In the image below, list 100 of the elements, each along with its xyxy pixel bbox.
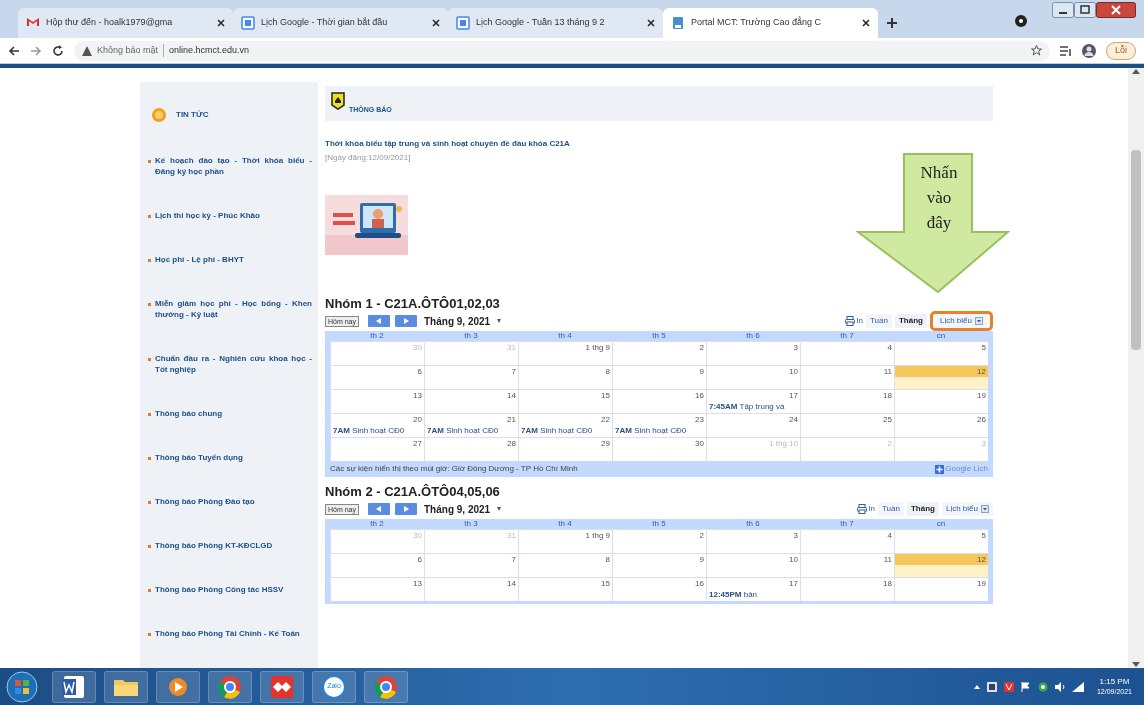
event-label[interactable]: 7AM Sinh hoạt CĐ0 xyxy=(613,425,706,436)
day-cell[interactable]: 7 xyxy=(424,365,518,389)
day-cell[interactable]: 21 7AM Sinh hoạt CĐ0 xyxy=(424,413,518,437)
address-bar[interactable]: Không bảo mật online.hcmct.edu.vn xyxy=(74,40,1050,61)
day-cell[interactable]: 1 thg 9 xyxy=(518,341,612,365)
sync-icon[interactable] xyxy=(1037,681,1048,692)
day-cell[interactable]: 2 xyxy=(612,529,706,553)
day-cell[interactable]: 30 xyxy=(612,437,706,461)
close-icon[interactable] xyxy=(1096,2,1136,18)
sidebar-link[interactable]: Thông báo chung xyxy=(155,408,312,419)
day-cell[interactable]: 12 xyxy=(894,365,988,389)
day-cell[interactable]: 24 xyxy=(706,413,800,437)
profile-button[interactable]: Lỗi xyxy=(1106,41,1136,60)
previous-icon[interactable] xyxy=(368,315,390,327)
reading-list-icon[interactable] xyxy=(1060,45,1072,56)
sidebar-link[interactable]: Lịch thi học kỳ - Phúc Khảo xyxy=(155,210,312,221)
browser-tab[interactable]: Lịch Google - Thời gian bắt đầu xyxy=(233,8,448,38)
day-cell[interactable]: 22 7AM Sinh hoạt CĐ0 xyxy=(518,413,612,437)
day-cell[interactable]: 23 7AM Sinh hoạt CĐ0 xyxy=(612,413,706,437)
day-cell[interactable]: 4 xyxy=(800,529,894,553)
flag-icon[interactable] xyxy=(1020,681,1031,692)
day-cell[interactable]: 6 xyxy=(330,365,424,389)
view-tab[interactable]: Tuần xyxy=(866,314,892,328)
day-cell[interactable]: 19 xyxy=(894,389,988,413)
dropdown-icon[interactable] xyxy=(975,316,983,325)
sidebar-link[interactable]: Miễn giảm học phí - Học bổng - Khen thưởng - Kỷ luật xyxy=(155,298,312,320)
day-cell[interactable]: 10 xyxy=(706,553,800,577)
day-cell[interactable]: 9 xyxy=(612,365,706,389)
browser-tab[interactable]: Lịch Google - Tuần 13 tháng 9 2 xyxy=(448,8,663,38)
day-cell[interactable]: 17 12:45PM bản xyxy=(706,577,800,601)
day-cell[interactable]: 28 xyxy=(424,437,518,461)
view-tab[interactable]: Tháng xyxy=(906,502,939,516)
taskbar-button[interactable] xyxy=(156,670,200,703)
day-cell[interactable]: 14 xyxy=(424,389,518,413)
day-cell[interactable]: 9 xyxy=(612,553,706,577)
day-cell[interactable]: 4 xyxy=(800,341,894,365)
close-icon[interactable] xyxy=(862,19,870,27)
month-dropdown[interactable]: ▾ xyxy=(497,503,502,515)
close-icon[interactable] xyxy=(217,19,225,27)
day-cell[interactable]: 20 7AM Sinh hoạt CĐ0 xyxy=(330,413,424,437)
maximize-icon[interactable] xyxy=(1074,2,1096,18)
taskbar-button[interactable] xyxy=(104,670,148,703)
print-button[interactable]: In xyxy=(845,315,864,327)
media-icon[interactable] xyxy=(1014,14,1028,28)
month-dropdown[interactable]: ▾ xyxy=(497,315,502,327)
tray-app-icon[interactable] xyxy=(1003,681,1014,692)
day-cell[interactable]: 15 xyxy=(518,577,612,601)
minimize-icon[interactable] xyxy=(1052,2,1074,18)
taskbar-button[interactable] xyxy=(208,670,252,703)
sidebar-link[interactable]: Thông báo Phòng KT-KĐCLGD xyxy=(155,540,312,551)
taskbar-button[interactable] xyxy=(52,670,96,703)
day-cell[interactable]: 15 xyxy=(518,389,612,413)
day-cell[interactable]: 17 7:45AM Tập trung và xyxy=(706,389,800,413)
sidebar-link[interactable]: Học phí - Lệ phí - BHYT xyxy=(155,254,312,265)
event-label[interactable]: 7AM Sinh hoạt CĐ0 xyxy=(425,425,518,436)
day-cell[interactable]: 3 xyxy=(706,341,800,365)
volume-icon[interactable] xyxy=(1054,681,1065,692)
forward-icon[interactable] xyxy=(30,44,42,57)
start-icon[interactable] xyxy=(6,670,38,703)
day-cell[interactable]: 2 xyxy=(612,341,706,365)
sidebar-link[interactable]: Thông báo Phòng Đào tạo xyxy=(155,496,312,507)
day-cell[interactable]: 27 xyxy=(330,437,424,461)
print-button[interactable]: In xyxy=(857,503,876,515)
signal-icon[interactable] xyxy=(1071,681,1084,692)
day-cell[interactable]: 16 xyxy=(612,577,706,601)
previous-icon[interactable] xyxy=(368,503,390,515)
day-cell[interactable]: 18 xyxy=(800,577,894,601)
sidebar-link[interactable]: Thông báo Phòng Tài Chính - Kế Toán xyxy=(155,628,312,639)
event-label[interactable]: 7:45AM Tập trung và xyxy=(707,401,800,412)
star-icon[interactable] xyxy=(1031,45,1042,56)
sidebar-link[interactable]: Thông báo Tuyển dụng xyxy=(155,452,312,463)
day-cell[interactable]: 3 xyxy=(706,529,800,553)
event-label[interactable]: 12:45PM bản xyxy=(707,589,800,600)
day-cell[interactable]: 8 xyxy=(518,365,612,389)
day-cell[interactable]: 8 xyxy=(518,553,612,577)
back-icon[interactable] xyxy=(8,44,20,57)
event-label[interactable]: 7AM Sinh hoạt CĐ0 xyxy=(519,425,612,436)
day-cell[interactable]: 12 xyxy=(894,553,988,577)
reload-icon[interactable] xyxy=(52,44,64,57)
day-cell[interactable]: 18 xyxy=(800,389,894,413)
day-cell[interactable]: 13 xyxy=(330,577,424,601)
taskbar-button[interactable] xyxy=(364,670,408,703)
day-cell[interactable]: 16 xyxy=(612,389,706,413)
avatar-icon[interactable] xyxy=(1082,43,1096,58)
tray-app-icon[interactable] xyxy=(986,681,997,692)
browser-tab[interactable]: Hộp thư đến - hoalk1979@gma xyxy=(18,8,233,38)
view-tab[interactable]: Tuần xyxy=(878,502,904,516)
next-icon[interactable] xyxy=(395,503,417,515)
close-icon[interactable] xyxy=(647,19,655,27)
view-tab[interactable]: Tháng xyxy=(894,314,927,328)
new-tab-icon[interactable] xyxy=(886,17,898,29)
day-cell[interactable]: 14 xyxy=(424,577,518,601)
taskbar-button[interactable] xyxy=(260,670,304,703)
day-cell[interactable]: 10 xyxy=(706,365,800,389)
close-icon[interactable] xyxy=(432,19,440,27)
day-cell[interactable]: 26 xyxy=(894,413,988,437)
sidebar-link[interactable]: Chuẩn đầu ra - Nghiên cứu khoa học - Tốt nghiệp xyxy=(155,353,312,375)
browser-tab[interactable]: Portal MCT: Trường Cao đẳng C xyxy=(663,8,878,38)
next-icon[interactable] xyxy=(395,315,417,327)
event-label[interactable]: 7AM Sinh hoạt CĐ0 xyxy=(331,425,424,436)
